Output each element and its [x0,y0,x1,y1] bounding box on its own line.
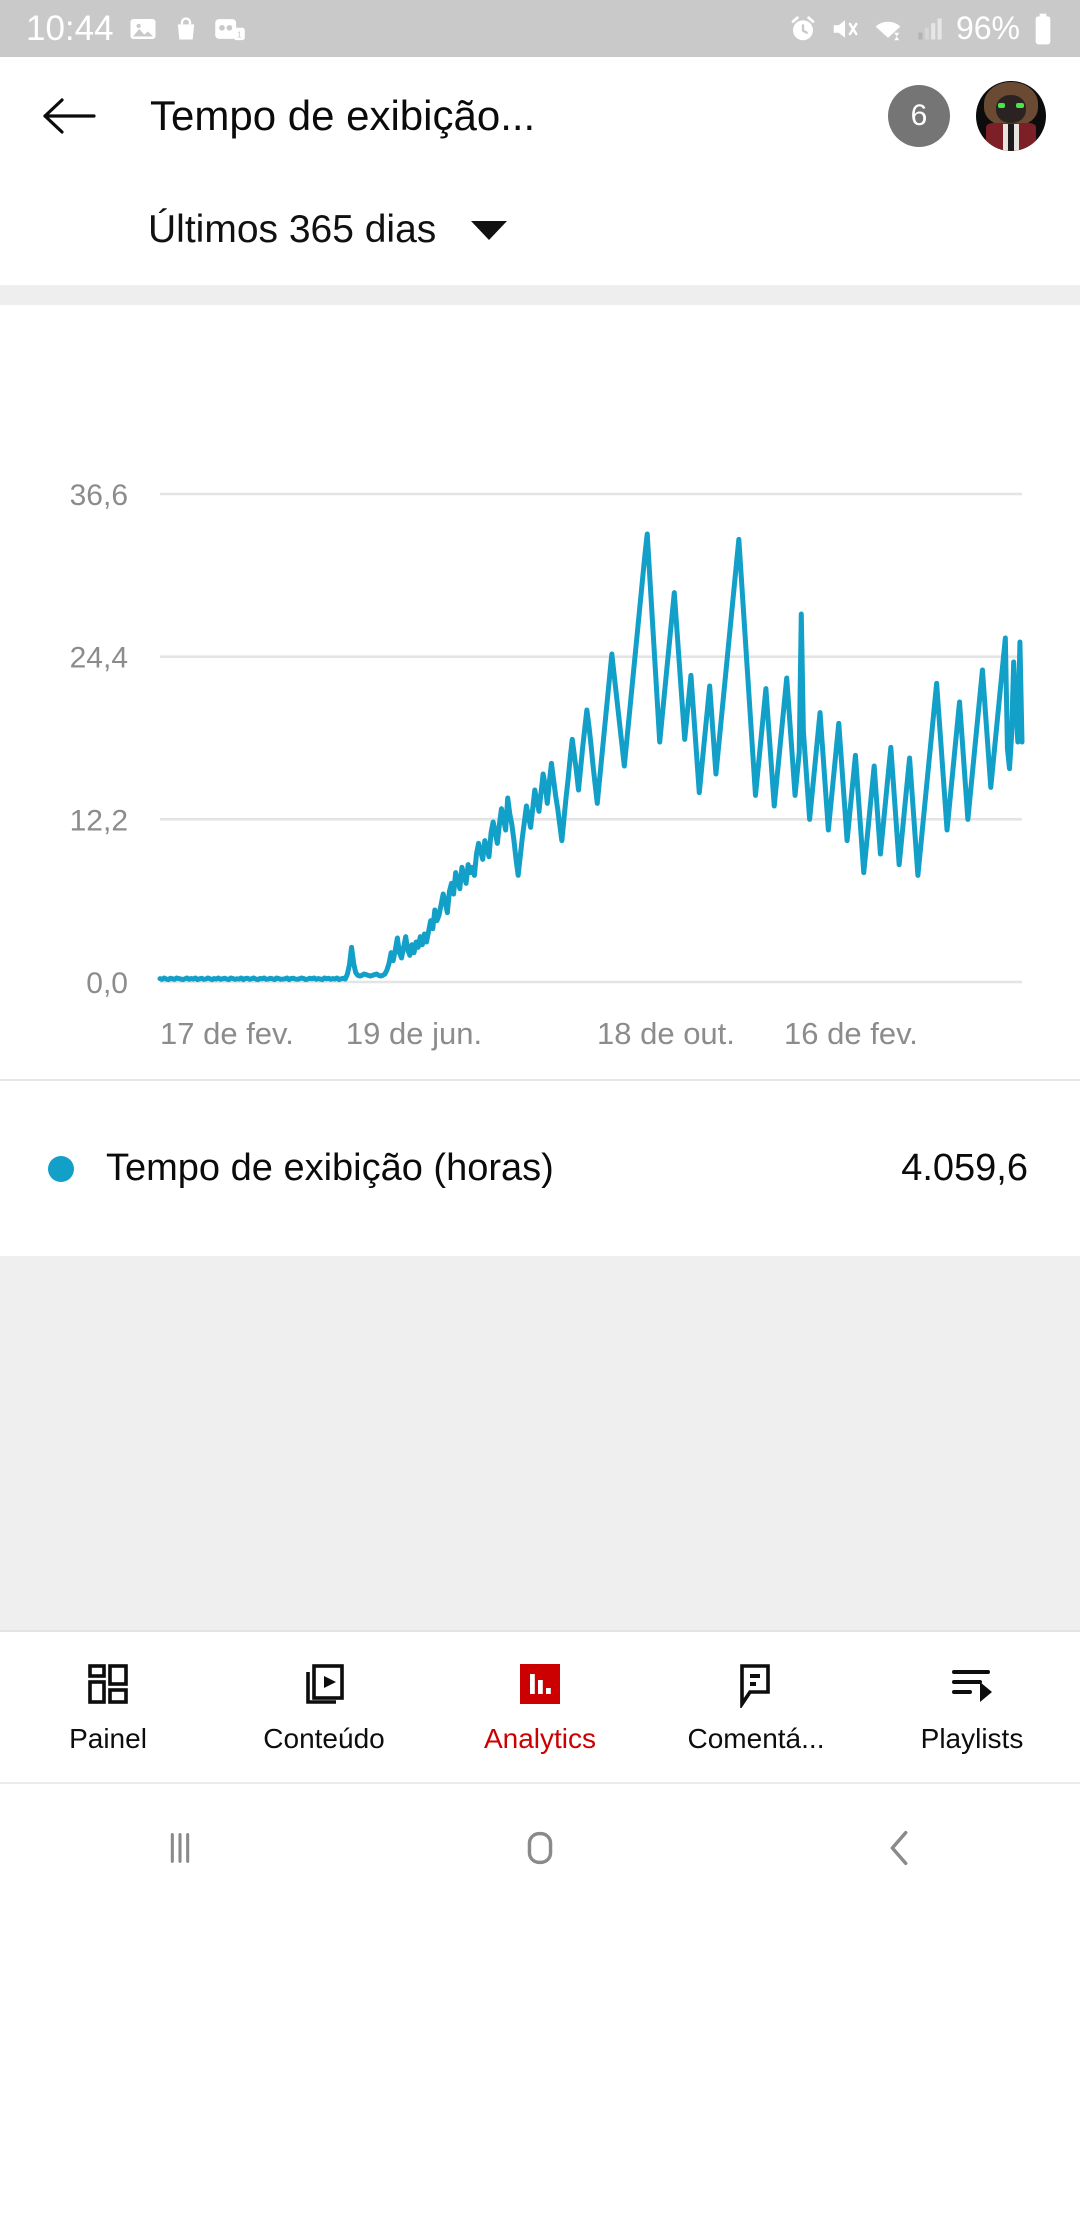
status-bar-left: 10:44 1 [26,11,246,46]
avatar-eye-right [1015,103,1024,109]
chart-y-tick-label: 36,6 [70,479,128,512]
app-bar: Tempo de exibição... 6 [0,57,1080,175]
android-navigation-bar [0,1782,1080,1912]
chart-series-line [157,531,1025,983]
home-icon[interactable] [360,1825,720,1871]
avatar-tie [1008,124,1014,151]
tab-label-painel: Painel [69,1723,147,1754]
avatar-face [995,95,1027,123]
tab-analytics[interactable]: Analytics [432,1632,648,1782]
chart-x-tick-label: 16 de fev. [784,1016,918,1051]
bar-chart-icon [516,1659,564,1709]
voicemail-icon: 1 [214,14,246,44]
chart-legend-row[interactable]: Tempo de exibição (horas) 4.059,6 [0,1081,1080,1256]
legend-color-dot [48,1155,74,1182]
chart-x-tick-label: 19 de jun. [346,1016,482,1051]
playlist-icon [948,1659,996,1709]
section-divider [0,285,1080,305]
tab-playlists[interactable]: Playlists [864,1632,1080,1782]
page-title: Tempo de exibição... [150,92,536,139]
wifi-icon [872,14,904,44]
recents-icon[interactable] [0,1825,360,1871]
date-range-selector[interactable]: Últimos 365 dias [0,175,1080,285]
back-icon[interactable] [720,1825,1080,1871]
tab-label-conteudo: Conteúdo [263,1723,385,1754]
comment-bubble-icon [732,1659,780,1709]
battery-percent-label: 96% [955,10,1020,46]
cellular-signal-icon [916,14,944,44]
tab-label-playlists: Playlists [920,1723,1024,1754]
chart-y-tick-label: 24,4 [70,642,128,675]
tab-label-analytics: Analytics [483,1723,597,1754]
mute-vibrate-icon [830,14,860,44]
back-arrow-icon[interactable] [38,85,100,147]
chart-y-axis-labels: 0,0 12,2 24,4 36,6 [70,479,128,1000]
tab-comentarios[interactable]: Comentá... [648,1632,864,1782]
status-bar-clock: 10:44 [26,9,114,48]
chart-x-tick-label: 18 de out. [597,1016,735,1051]
chevron-down-icon [471,220,508,240]
chart-x-tick-label: 17 de fev. [160,1016,294,1051]
legend-total-value: 4.059,6 [901,1147,1028,1189]
watch-time-line-chart: 0,0 12,2 24,4 36,6 17 de fev. 19 de jun. 18 d… [70,479,1025,1051]
battery-icon [1032,13,1054,45]
avatar-eye-left [997,103,1006,109]
notification-count-badge[interactable]: 6 [888,85,950,147]
gallery-icon [128,14,158,44]
avatar[interactable] [976,81,1046,151]
tab-label-comentarios: Comentá... [687,1723,825,1754]
date-range-label: Últimos 365 dias [148,208,437,251]
video-content-icon [300,1659,348,1709]
alarm-icon [788,14,818,44]
legend-series-label: Tempo de exibição (horas) [106,1147,554,1189]
svg-text:1: 1 [236,29,241,39]
empty-content-area [0,1256,1080,1630]
dashboard-grid-icon [84,1659,132,1709]
tab-painel[interactable]: Painel [0,1632,216,1782]
chart-card: 0,0 12,2 24,4 36,6 17 de fev. 19 de jun. 18 d… [0,305,1080,1256]
status-bar: 10:44 1 96% [0,0,1080,57]
tab-conteudo[interactable]: Conteúdo [216,1632,432,1782]
bottom-tab-bar: Painel Conteúdo Analytics Comentá... Pla… [0,1630,1080,1782]
chart-y-tick-label: 0,0 [86,967,128,1000]
shopping-bag-icon [172,14,200,44]
chart-x-axis-labels: 17 de fev. 19 de jun. 18 de out. 16 de fev. [160,1016,918,1051]
chart-y-tick-label: 12,2 [70,804,128,837]
chart-plot-area[interactable]: 0,0 12,2 24,4 36,6 17 de fev. 19 de jun. 18 d… [0,309,1080,1079]
status-bar-right: 96% [788,10,1054,47]
